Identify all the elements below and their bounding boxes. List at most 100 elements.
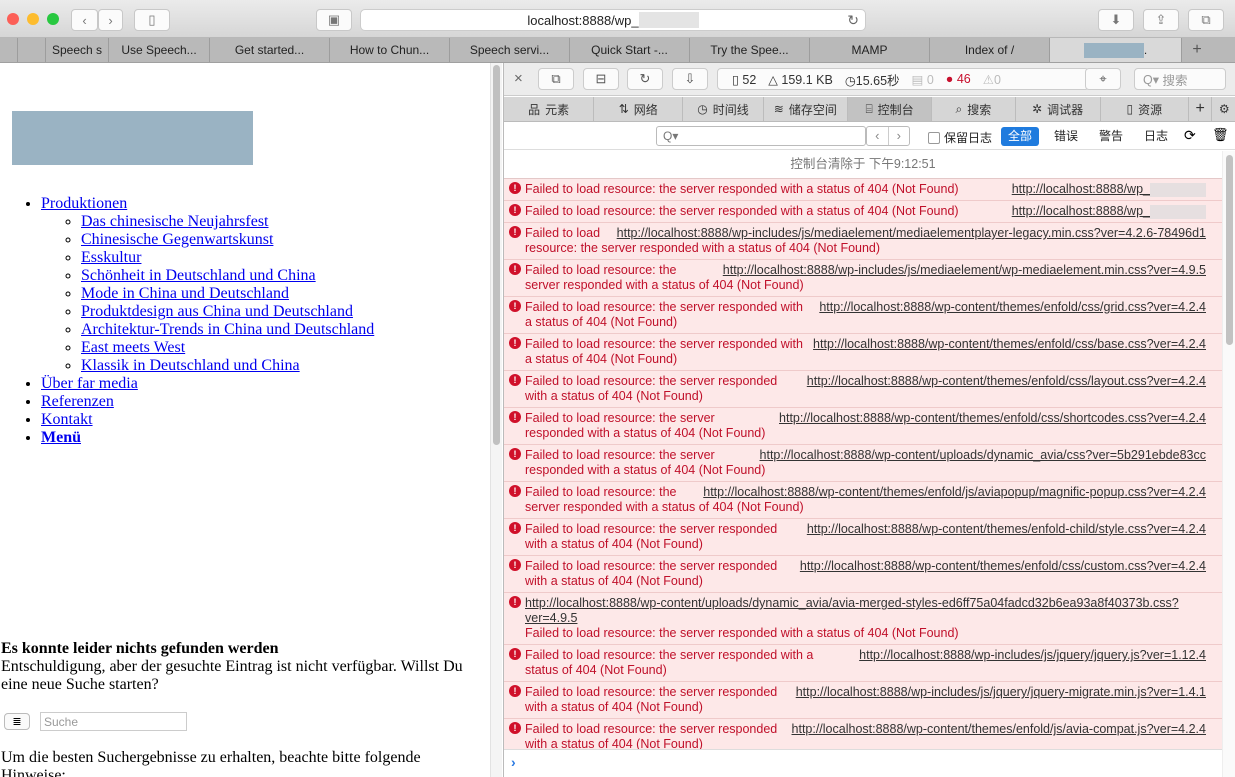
warning-icon: ⚠ <box>982 72 994 87</box>
zoom-window-icon[interactable] <box>47 13 59 25</box>
detach-button[interactable]: ⧉ <box>538 68 574 90</box>
filter-warnings[interactable]: 警告 <box>1092 127 1130 146</box>
site-navigation: Produktionen Das chinesische Neujahrsfes… <box>0 195 374 447</box>
nav-link-menu[interactable]: Menü <box>41 429 81 446</box>
address-bar[interactable]: localhost:8888/wp_ ↻ <box>360 9 866 31</box>
resource-link[interactable]: http://localhost:8888/wp_ <box>1012 182 1206 197</box>
nav-sublink[interactable]: Klassik in Deutschland und China <box>81 357 300 374</box>
add-tab-button[interactable]: + <box>1189 97 1213 121</box>
tab-debugger[interactable]: ✲ 调试器 <box>1016 97 1101 121</box>
tab[interactable]: How to Chun... <box>330 38 450 62</box>
resource-link[interactable]: http://localhost:8888/wp-includes/js/jqu… <box>859 648 1206 663</box>
filter-logs[interactable]: 日志 <box>1137 127 1175 146</box>
sidebar-button[interactable]: ▯ <box>134 9 170 31</box>
nav-sublink[interactable]: Das chinesische Neujahrsfest <box>81 213 269 230</box>
resource-link[interactable]: http://localhost:8888/wp-content/themes/… <box>792 722 1206 737</box>
next-match-button[interactable]: › <box>889 127 910 145</box>
nav-sublink[interactable]: Schönheit in Deutschland und China <box>81 267 316 284</box>
reload-page-button[interactable]: ↻ <box>627 68 663 90</box>
previous-match-button[interactable]: ‹ <box>867 127 889 145</box>
resource-link[interactable]: http://localhost:8888/wp-content/themes/… <box>813 337 1206 352</box>
resource-link[interactable]: http://localhost:8888/wp-includes/js/med… <box>723 263 1206 278</box>
resource-link[interactable]: http://localhost:8888/wp-content/themes/… <box>800 559 1206 574</box>
filter-errors[interactable]: 错误 <box>1047 127 1085 146</box>
resource-link[interactable]: http://localhost:8888/wp-includes/js/jqu… <box>796 685 1206 700</box>
console-prompt[interactable]: › <box>504 749 1222 777</box>
resource-link[interactable]: http://localhost:8888/wp-content/uploads… <box>760 448 1206 463</box>
tabs-overview-button[interactable]: ⧉ <box>1188 9 1224 31</box>
nav-sublink[interactable]: Chinesische Gegenwartskunst <box>81 231 273 248</box>
tab[interactable]: Use Speech... <box>109 38 210 62</box>
error-icon: ! <box>509 300 521 312</box>
downloads-button[interactable]: ⬇ <box>1098 9 1134 31</box>
nav-sublink[interactable]: Produktdesign aus China und Deutschland <box>81 303 353 320</box>
tab[interactable] <box>0 38 18 62</box>
close-inspector-icon[interactable]: × <box>514 70 523 87</box>
dock-button[interactable]: ⊟ <box>583 68 619 90</box>
scrollbar-thumb[interactable] <box>1226 155 1233 345</box>
forward-button[interactable]: › <box>98 9 123 31</box>
nav-link-kontakt[interactable]: Kontakt <box>41 411 93 428</box>
search-input[interactable]: Suche <box>40 712 187 731</box>
tab[interactable]: Speech s <box>46 38 109 62</box>
console-filter-input[interactable]: Q▾ <box>656 126 866 146</box>
reader-button[interactable]: ▣ <box>316 9 352 31</box>
inspector-search[interactable]: Q▾ 搜索 <box>1134 68 1226 90</box>
resource-stats[interactable]: ▯ 52 △ 159.1 KB ◷15.65秒 ▤ 0 ● 46 ⚠0 <box>717 68 1089 90</box>
filter-all[interactable]: 全部 <box>1001 127 1040 146</box>
reload-icon[interactable]: ↻ <box>847 12 859 29</box>
tab[interactable]: Get started... <box>210 38 330 62</box>
page-scrollbar[interactable] <box>490 63 502 777</box>
chevron-right-icon: › <box>108 12 113 28</box>
back-button[interactable]: ‹ <box>71 9 98 31</box>
search-submit-button[interactable]: ≣ <box>4 713 30 730</box>
nav-link-referenzen[interactable]: Referenzen <box>41 393 114 410</box>
tab-active[interactable]: . <box>1050 38 1182 62</box>
tab[interactable]: Try the Spee... <box>690 38 810 62</box>
minimize-window-icon[interactable] <box>27 13 39 25</box>
tab[interactable]: Index of / <box>930 38 1050 62</box>
tab-storage[interactable]: ≋ 储存空间 <box>764 97 848 121</box>
settings-button[interactable]: ⚙ <box>1212 97 1235 121</box>
tab[interactable]: Speech servi... <box>450 38 570 62</box>
nav-sublink[interactable]: Esskultur <box>81 249 141 266</box>
resource-link[interactable]: http://localhost:8888/wp-content/uploads… <box>525 596 1179 625</box>
resource-link[interactable]: http://localhost:8888/wp-content/themes/… <box>779 411 1206 426</box>
resource-link[interactable]: http://localhost:8888/wp-content/themes/… <box>807 374 1206 389</box>
tab-console[interactable]: ⌸ 控制台 <box>847 97 933 121</box>
network-icon: ⇅ <box>618 102 629 116</box>
scrollbar-thumb[interactable] <box>493 65 500 445</box>
new-tab-button[interactable]: + <box>1182 38 1212 62</box>
nav-sublink[interactable]: East meets West <box>81 339 185 356</box>
tab-search[interactable]: ⌕ 搜索 <box>932 97 1016 121</box>
resource-link[interactable]: http://localhost:8888/wp-content/themes/… <box>819 300 1206 315</box>
preserve-log-checkbox[interactable]: 保留日志 <box>928 129 992 146</box>
tab-elements[interactable]: 品元素 <box>504 97 595 121</box>
resource-link[interactable]: http://localhost:8888/wp_ <box>1012 204 1206 219</box>
resource-link[interactable]: http://localhost:8888/wp-content/themes/… <box>807 522 1206 537</box>
tab[interactable]: MAMP <box>810 38 930 62</box>
tab[interactable] <box>18 38 46 62</box>
resource-link[interactable]: http://localhost:8888/wp-content/themes/… <box>703 485 1206 500</box>
console-scrollbar[interactable] <box>1222 151 1235 777</box>
nav-link-produktionen[interactable]: Produktionen <box>41 195 127 212</box>
plus-icon: + <box>1195 100 1205 117</box>
nav-sublink[interactable]: Mode in China und Deutschland <box>81 285 289 302</box>
checkbox[interactable] <box>928 131 940 144</box>
crosshair-icon: ⌖ <box>1099 71 1107 86</box>
element-picker-button[interactable]: ⌖ <box>1085 68 1121 90</box>
download-archive-button[interactable]: ⇩ <box>672 68 708 90</box>
close-window-icon[interactable] <box>7 13 19 25</box>
clear-on-reload-icon[interactable]: ⟳ <box>1184 127 1196 144</box>
tab-network[interactable]: ⇅ 网络 <box>594 97 684 121</box>
site-logo[interactable] <box>12 111 253 165</box>
resource-link[interactable]: http://localhost:8888/wp-includes/js/med… <box>617 226 1206 241</box>
trash-icon[interactable]: 🗑 <box>1212 127 1229 143</box>
nav-sublink[interactable]: Architektur-Trends in China und Deutschl… <box>81 321 374 338</box>
tab[interactable]: Quick Start -... <box>570 38 690 62</box>
tab-timeline[interactable]: ◷ 时间线 <box>683 97 764 121</box>
share-button[interactable]: ⇪ <box>1143 9 1179 31</box>
tab-resources[interactable]: ▯ 资源 <box>1101 97 1189 121</box>
nav-link-ueber[interactable]: Über far media <box>41 375 138 392</box>
browser-titlebar: ‹ › ▯ ▣ localhost:8888/wp_ ↻ ⬇ ⇪ ⧉ <box>0 0 1235 38</box>
